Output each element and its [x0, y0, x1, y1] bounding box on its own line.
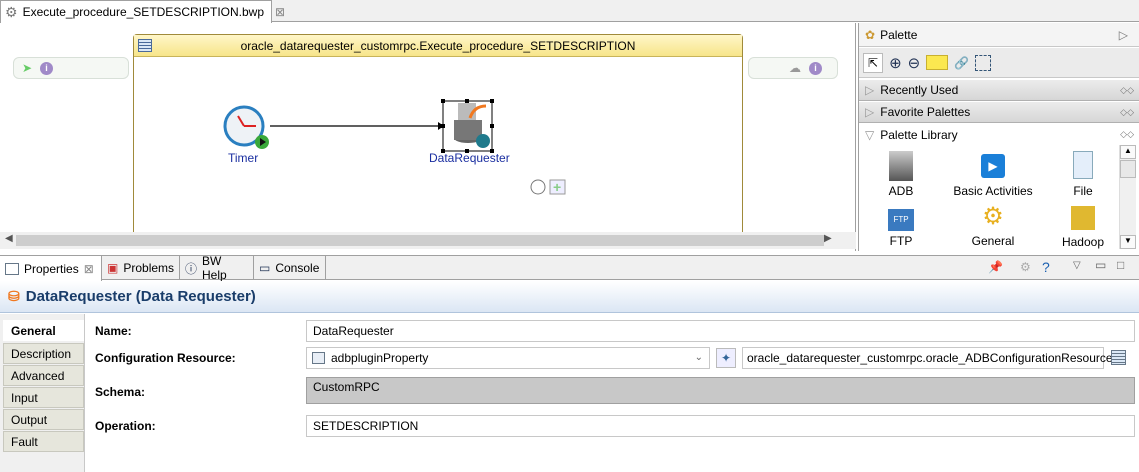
database-icon	[889, 151, 913, 181]
properties-title-bar: ⛁ DataRequester (Data Requester)	[0, 281, 1139, 313]
note-icon[interactable]	[926, 55, 949, 70]
drawer-favorite-palettes[interactable]: ▷ Favorite Palettes ◇◇	[859, 102, 1139, 123]
side-tab-output[interactable]: Output	[3, 409, 84, 430]
chevron-down-icon: ⌄	[694, 352, 703, 363]
side-tab-general[interactable]: General	[3, 320, 84, 341]
tab-problems[interactable]: ▣ Problems	[102, 256, 180, 280]
browse-resource-icon[interactable]	[1111, 350, 1126, 365]
marquee-icon[interactable]	[975, 54, 992, 71]
gears-icon: ⚙	[982, 203, 1004, 230]
create-resource-icon[interactable]: ✦	[716, 348, 736, 368]
add-icon[interactable]: +	[549, 179, 566, 195]
name-label: Name:	[95, 324, 132, 338]
scrollbar-thumb[interactable]	[16, 235, 824, 246]
palette-item-adb[interactable]: ADB	[861, 151, 941, 198]
palette-item-general[interactable]: ⚙ General	[953, 203, 1033, 248]
play-icon: ▶	[981, 154, 1005, 178]
side-tab-input[interactable]: Input	[3, 387, 84, 408]
timer-icon[interactable]	[223, 105, 269, 149]
scroll-left-icon[interactable]: ◀	[5, 233, 13, 244]
palette-item-file[interactable]: File	[1043, 151, 1123, 198]
palette-item-ftp[interactable]: FTP FTP	[861, 209, 941, 248]
zoom-in-icon[interactable]: ⊕	[889, 54, 902, 72]
properties-title: DataRequester (Data Requester)	[25, 288, 256, 305]
palette-panel: ✿ Palette ▷ ⇱ ⊕ ⊖ 🔗 ▷ Recently Used ◇◇ ▷ Fa…	[858, 23, 1139, 251]
datarequester-icon[interactable]	[441, 99, 494, 153]
help-icon[interactable]: ?	[1042, 259, 1050, 275]
close-icon[interactable]: ⊠	[84, 262, 94, 276]
properties-icon	[5, 262, 19, 275]
tab-properties[interactable]: Properties ⊠	[0, 256, 102, 281]
zoom-out-icon[interactable]: ⊖	[908, 54, 921, 72]
name-input[interactable]: DataRequester	[306, 320, 1135, 342]
tab-bw-help[interactable]: ⓘ BW Help	[180, 254, 254, 282]
datarequester-small-icon: ⛁	[8, 288, 20, 304]
hadoop-icon	[1071, 206, 1095, 230]
palette-scrollbar[interactable]: ▲ ▼	[1119, 145, 1136, 249]
help-icon: ⓘ	[185, 261, 198, 276]
transition-layer: +	[223, 99, 566, 195]
operation-label: Operation:	[95, 419, 156, 433]
operation-input[interactable]: SETDESCRIPTION	[306, 415, 1135, 437]
svg-text:+: +	[553, 179, 561, 195]
palette-item-basic-activities[interactable]: ▶ Basic Activities	[953, 151, 1033, 198]
select-tool-icon[interactable]: ⇱	[863, 52, 884, 73]
palette-item-hadoop[interactable]: Hadoop	[1043, 206, 1123, 249]
ftp-icon: FTP	[888, 209, 914, 231]
schema-field: CustomRPC	[306, 377, 1135, 404]
timer-label[interactable]: Timer	[228, 151, 258, 165]
file-icon	[1073, 151, 1093, 179]
schema-label: Schema:	[95, 385, 146, 399]
side-tab-fault[interactable]: Fault	[3, 431, 84, 452]
view-tab-bar: Properties ⊠ ▣ Problems ⓘ BW Help ▭ Console …	[0, 254, 1139, 282]
collapse-palette-icon[interactable]: ▷	[1119, 28, 1128, 42]
minimize-icon[interactable]: ▭	[1095, 258, 1106, 272]
link-icon[interactable]: 🔗	[954, 56, 969, 70]
datarequester-label[interactable]: DataRequester	[429, 151, 510, 165]
drawer-recently-used[interactable]: ▷ Recently Used ◇◇	[859, 80, 1139, 101]
connect-icon[interactable]	[530, 179, 546, 195]
palette-toolbar: ⇱ ⊕ ⊖ 🔗	[859, 48, 1139, 78]
side-tab-description[interactable]: Description	[3, 343, 84, 364]
palette-icon: ✿	[865, 27, 876, 42]
config-resource-select[interactable]: adbpluginProperty ⌄	[306, 347, 710, 369]
console-icon: ▭	[259, 261, 271, 275]
problems-icon: ▣	[107, 261, 119, 275]
palette-title: Palette	[880, 27, 918, 42]
advanced-icon[interactable]: ⚙	[1020, 260, 1031, 274]
pin-editor-icon[interactable]: 📌	[988, 260, 1003, 274]
view-menu-icon[interactable]: ▽	[1073, 260, 1081, 271]
config-resource-path[interactable]: oracle_datarequester_customrpc.oracle_AD…	[742, 347, 1113, 369]
tab-console[interactable]: ▭ Console	[254, 256, 326, 280]
config-resource-label: Configuration Resource:	[95, 351, 236, 365]
side-tab-advanced[interactable]: Advanced	[3, 365, 84, 386]
scroll-right-icon[interactable]: ▶	[824, 233, 832, 244]
drawer-palette-library[interactable]: ▽ Palette Library ◇◇	[859, 124, 1139, 145]
resource-icon	[312, 352, 325, 364]
maximize-icon[interactable]: □	[1117, 258, 1124, 272]
